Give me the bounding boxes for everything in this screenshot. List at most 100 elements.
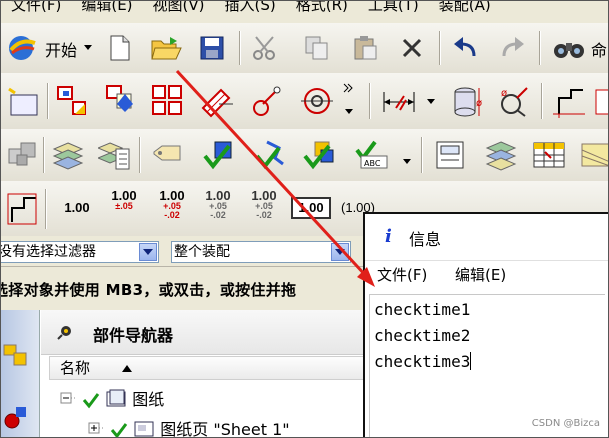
toolbar-separator [369,83,371,119]
pattern-button[interactable] [577,137,608,173]
assembly-navigator-icon[interactable] [1,340,31,370]
toolbar-separator [43,137,45,173]
dropdown-icon[interactable] [401,157,413,167]
ordinate-dimension-icon [553,89,585,118]
new-file-button[interactable] [105,33,135,63]
detail-view-button[interactable] [149,83,187,119]
info-title-bar[interactable]: i 信息 [365,214,608,261]
table-button[interactable] [529,137,569,173]
toolbar-separator [239,31,241,65]
info-menu-edit[interactable]: 编辑(E) [455,264,506,285]
ordinate-dimension-button[interactable] [549,85,589,119]
tolerance-lower: -.02 [164,210,180,220]
more-tools-icon[interactable] [341,81,355,95]
tolerance-bilateral-button[interactable]: 1.00 ±.05 [105,189,143,211]
more-dimension-icon[interactable] [593,85,608,119]
tolerance-unilateral-upper-button[interactable]: 1.00 +.05 -.02 [199,189,237,220]
dimension-button[interactable] [379,85,419,117]
circular-view-icon [301,88,333,114]
expand-icon[interactable] [85,419,105,438]
paste-button[interactable] [349,33,381,63]
info-line-last: checktime3 [374,349,601,375]
layer-stack-button[interactable] [481,137,521,173]
constraint-navigator-icon[interactable] [1,402,31,432]
collapse-icon[interactable] [57,389,77,409]
menu-edit[interactable]: 编辑(E) [71,1,142,13]
undo-button[interactable] [449,33,481,63]
tolerance-none-button[interactable]: 1.00 [57,201,97,214]
checkmark-icon[interactable] [82,391,100,409]
tolerance-unilateral-lower-button[interactable]: 1.00 +.05 -.02 [245,189,283,220]
pin-icon[interactable] [55,322,75,342]
layers-icon [52,142,84,170]
type-filter-value: 没有选择过滤器 [0,244,96,260]
check-wave-button[interactable] [251,137,291,173]
undo-icon [454,37,476,57]
svg-text:ø: ø [501,88,507,99]
circular-view-button[interactable] [297,83,337,119]
save-button[interactable] [197,33,227,63]
start-label[interactable]: 开始 [45,37,77,61]
assembly-component-button[interactable] [5,137,41,173]
check-blue-button[interactable] [199,137,239,173]
layer-settings-button[interactable] [49,137,87,173]
chevron-down-icon[interactable] [331,243,349,261]
info-menu-file[interactable]: 文件(F) [377,264,427,285]
column-header-name[interactable]: 名称 [49,356,371,380]
new-sheet-button[interactable] [5,85,41,119]
checkmark-icon[interactable] [110,421,128,438]
dropdown-icon[interactable] [343,107,355,117]
toolbar-separator [439,31,441,65]
base-view-button[interactable] [53,83,91,119]
open-file-button[interactable] [149,33,183,63]
menu-file[interactable]: 文件(F) [1,1,71,13]
type-filter-dropdown[interactable]: 没有选择过滤器 [0,241,159,263]
drawing-template-button[interactable] [431,137,471,173]
tag-icon [153,145,181,161]
copy-button[interactable] [301,33,333,63]
start-icon [9,36,36,60]
toolbar-separator [45,189,47,229]
chevron-down-icon[interactable] [139,243,157,261]
info-window-title: 信息 [409,230,442,249]
tolerance-limits-button[interactable]: 1.00 +.05 -.02 [153,189,191,220]
tolerance-sub: ±.05 [115,201,133,211]
info-icon: i [385,226,392,247]
check-text-button[interactable]: ABC [351,137,395,173]
pattern-icon [581,143,608,167]
info-text-area[interactable]: checktime1 checktime2 checktime3 [369,294,605,437]
cylinder-dimension-button[interactable]: ø [447,85,487,119]
projected-view-button[interactable] [101,83,139,119]
menu-assembly[interactable]: 装配(A) [429,1,501,13]
tree-node-drawing[interactable]: 图纸 [57,386,164,410]
drawing-template-icon [436,141,464,169]
open-folder-icon [151,37,182,60]
command-finder-label[interactable]: 命 [591,37,607,61]
svg-text:ABC: ABC [364,159,381,168]
tolerance-basic-button[interactable]: 1.00 [291,197,331,219]
layer-category-button[interactable] [95,137,133,173]
selection-scope-dropdown[interactable]: 整个装配 [171,241,351,263]
revolved-section-button[interactable] [247,83,287,119]
dropdown-icon[interactable] [425,97,437,107]
redo-button[interactable] [497,33,529,63]
cut-button[interactable] [249,33,281,63]
tag-button[interactable] [147,139,187,171]
command-finder-button[interactable] [549,33,589,63]
hole-dimension-button[interactable]: ø [495,85,531,119]
section-view-button[interactable] [197,83,237,119]
check-yellow-button[interactable] [299,137,339,173]
section-view-icon [201,88,233,118]
menu-format[interactable]: 格式(R) [286,1,358,13]
app-window: 文件(F) 编辑(E) 视图(V) 插入(S) 格式(R) 工具(T) 装配(A… [0,0,609,438]
menu-insert[interactable]: 插入(S) [215,1,286,13]
delete-button[interactable] [397,33,427,63]
status-message: 选择对象并使用 MB3，或双击，或按住并拖 [0,281,297,299]
menu-tools[interactable]: 工具(T) [358,1,429,13]
start-dropdown-icon[interactable] [83,43,93,53]
menu-view[interactable]: 视图(V) [143,1,215,13]
start-button[interactable] [3,33,43,63]
ordinate-button[interactable] [5,191,39,227]
tree-node-sheet[interactable]: 图纸页 "Sheet 1" [85,416,290,438]
redo-icon [502,37,524,57]
